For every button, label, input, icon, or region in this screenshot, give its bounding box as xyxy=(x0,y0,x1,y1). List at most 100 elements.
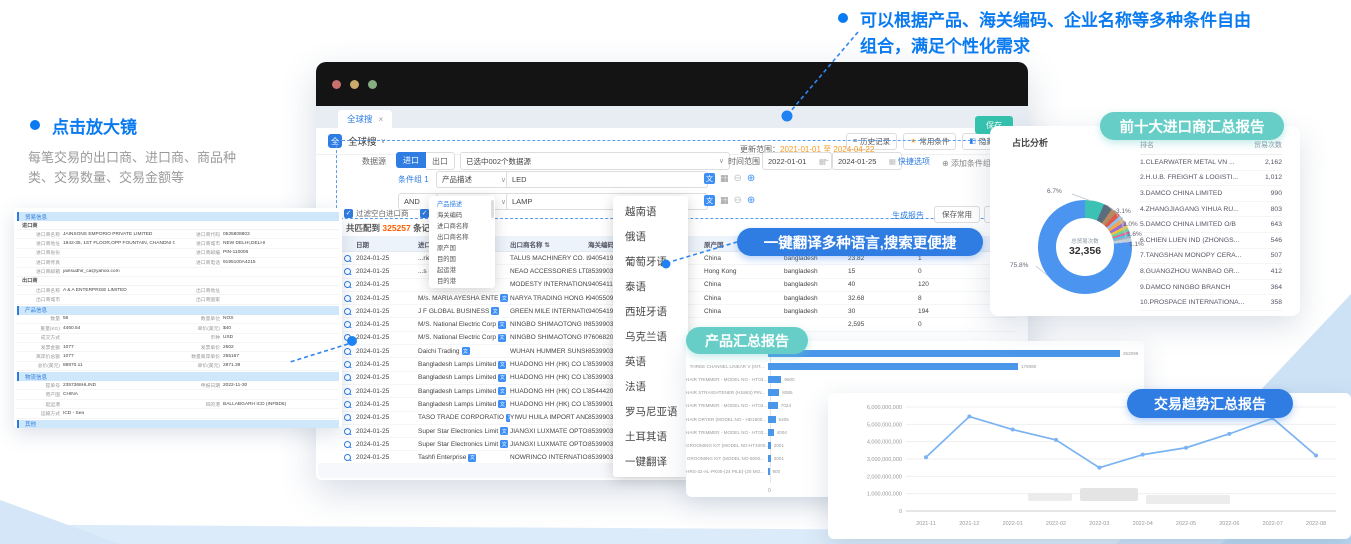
quick-options-link[interactable]: 快捷选项 xyxy=(898,156,930,167)
magnifier-icon[interactable] xyxy=(344,281,351,288)
field-option[interactable]: 原产国 xyxy=(429,242,495,253)
magnifier-icon[interactable] xyxy=(344,454,351,461)
field-option[interactable]: 海关编码 xyxy=(429,209,495,220)
magnifier-cell[interactable] xyxy=(340,281,356,288)
magnifier-icon[interactable] xyxy=(344,401,351,408)
magnifier-cell[interactable] xyxy=(340,374,356,381)
column-header[interactable]: 出口商名称 ⇅ xyxy=(510,239,588,249)
translate-icon[interactable]: 文 xyxy=(704,195,715,206)
remove-condition-icon[interactable]: ⊖ xyxy=(734,173,742,184)
magnifier-cell[interactable] xyxy=(340,441,356,448)
magnifier-cell[interactable] xyxy=(340,388,356,395)
date-to-input[interactable]: 2024-01-25▦ xyxy=(832,152,902,170)
field-label: 进口商代码 xyxy=(175,231,223,238)
magnifier-cell[interactable] xyxy=(340,308,356,315)
magnifier-icon[interactable] xyxy=(344,361,351,368)
column-header[interactable]: 日期 xyxy=(356,239,418,249)
magnifier-cell[interactable] xyxy=(340,268,356,275)
translate-icon[interactable]: 文 xyxy=(498,374,506,382)
magnifier-icon[interactable] xyxy=(344,414,351,421)
import-toggle[interactable]: 进口 xyxy=(396,152,426,168)
magnifier-cell[interactable] xyxy=(340,414,356,421)
translate-icon[interactable]: 文 xyxy=(500,440,508,448)
minimize-window-icon[interactable] xyxy=(350,80,359,89)
magnifier-cell[interactable] xyxy=(340,401,356,408)
translate-icon[interactable]: 文 xyxy=(498,400,506,408)
language-option[interactable]: 俄语 xyxy=(613,224,688,249)
language-option[interactable]: 英语 xyxy=(613,349,688,374)
bar-value: 4004 xyxy=(774,430,787,435)
export-toggle[interactable]: 出口 xyxy=(426,152,455,170)
magnifier-cell[interactable] xyxy=(340,255,356,262)
language-option[interactable]: 葡萄牙语 xyxy=(613,249,688,274)
filter-blank-importer-checkbox[interactable]: ✓过滤空白进口商 xyxy=(344,208,409,219)
magnifier-cell[interactable] xyxy=(340,361,356,368)
field-select-1[interactable]: 产品描述∨ xyxy=(436,171,512,188)
magnifier-icon[interactable] xyxy=(344,441,351,448)
language-option[interactable]: 罗马尼亚语 xyxy=(613,399,688,424)
language-option[interactable]: 越南语 xyxy=(613,199,688,224)
language-option[interactable]: 土耳其语 xyxy=(613,424,688,449)
keyword-input-1[interactable]: LED xyxy=(506,171,708,188)
translate-icon[interactable]: 文 xyxy=(704,173,715,184)
translate-icon[interactable]: 文 xyxy=(468,454,476,462)
maximize-window-icon[interactable] xyxy=(368,80,377,89)
field-option[interactable]: 目的国 xyxy=(429,253,495,264)
magnifier-icon[interactable] xyxy=(344,428,351,435)
close-window-icon[interactable] xyxy=(332,80,341,89)
magnifier-cell[interactable] xyxy=(340,348,356,355)
magnifier-cell[interactable] xyxy=(340,334,356,341)
translate-icon[interactable]: 文 xyxy=(498,387,506,395)
translate-icon[interactable]: 文 xyxy=(500,294,508,302)
grid-icon[interactable]: ▦ xyxy=(720,195,729,206)
language-option[interactable]: 乌克兰语 xyxy=(613,324,688,349)
language-option[interactable]: 一键翻译 xyxy=(613,449,688,474)
magnifier-cell[interactable] xyxy=(340,321,356,328)
field-option[interactable]: 出口商名称 xyxy=(429,231,495,242)
language-option[interactable]: 西班牙语 xyxy=(613,299,688,324)
date-from-input[interactable]: 2022-01-01▦ xyxy=(762,152,832,170)
translate-icon[interactable]: 文 xyxy=(498,361,506,369)
add-condition-icon[interactable]: ⊕ xyxy=(747,173,755,184)
translate-icon[interactable]: 文 xyxy=(498,321,506,329)
magnifier-cell[interactable] xyxy=(340,454,356,461)
magnifier-icon[interactable] xyxy=(344,374,351,381)
window-titlebar[interactable] xyxy=(316,62,1028,106)
language-option[interactable]: 法语 xyxy=(613,374,688,399)
table-cell: NOWRINCO INTERNATIONAL文 xyxy=(510,454,588,462)
grid-icon[interactable]: ▦ xyxy=(720,173,729,184)
scrollbar[interactable] xyxy=(491,200,494,218)
magnifier-icon[interactable] xyxy=(344,268,351,275)
remove-condition-icon[interactable]: ⊖ xyxy=(734,195,742,206)
generate-report-link[interactable]: 生成报告 xyxy=(892,210,924,221)
magnifier-icon[interactable] xyxy=(344,334,351,341)
tab-close-icon[interactable]: × xyxy=(379,115,384,124)
magnifier-icon[interactable] xyxy=(344,321,351,328)
field-option[interactable]: 起运港 xyxy=(429,264,495,275)
translate-icon[interactable]: 文 xyxy=(500,427,508,435)
bar-value: 7024 xyxy=(778,403,791,408)
detail-row: 成交方式币种USD xyxy=(17,334,339,343)
add-condition-icon[interactable]: ⊕ xyxy=(747,195,755,206)
detail-row: 进口商传真进口商电话9195100A4215 xyxy=(17,258,339,267)
magnifier-icon[interactable] xyxy=(344,388,351,395)
save-common-button[interactable]: 保存常用 xyxy=(934,206,980,223)
magnifier-icon[interactable] xyxy=(344,348,351,355)
magnifier-icon[interactable] xyxy=(344,295,351,302)
field-option[interactable]: 进口商名称 xyxy=(429,220,495,231)
translate-icon[interactable]: 文 xyxy=(498,334,506,342)
magnifier-cell[interactable] xyxy=(340,295,356,302)
magnifier-cell[interactable] xyxy=(340,428,356,435)
table-cell: Super Star Electronics Limit文 xyxy=(418,427,510,435)
percent-label: 3.1% xyxy=(1116,208,1131,215)
language-option[interactable]: 泰语 xyxy=(613,274,688,299)
field-option[interactable]: 目的港 xyxy=(429,275,495,286)
table-cell: GREEN MILE INTERNATIONAL文 xyxy=(510,307,588,315)
field-option[interactable]: 产品描述 xyxy=(429,198,495,209)
translate-icon[interactable]: 文 xyxy=(462,347,470,355)
tab-global-search[interactable]: 全球搜 × xyxy=(338,110,392,128)
datasource-select[interactable]: 已选中002个数据源∨ xyxy=(460,152,730,170)
magnifier-icon[interactable] xyxy=(344,308,351,315)
translate-icon[interactable]: 文 xyxy=(491,307,499,315)
magnifier-icon[interactable] xyxy=(344,255,351,262)
